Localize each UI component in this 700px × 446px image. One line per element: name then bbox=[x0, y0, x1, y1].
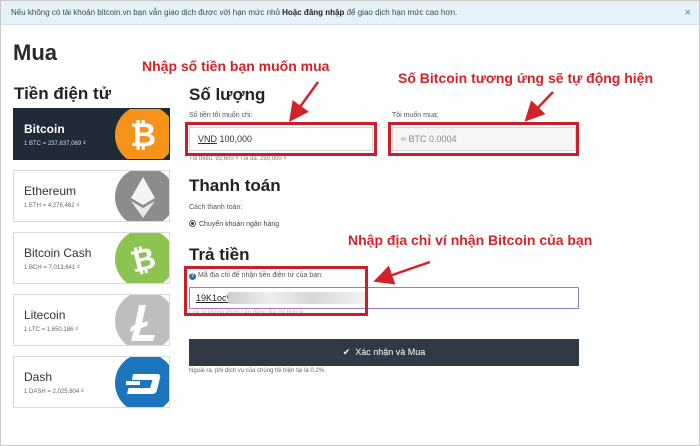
arrow-wallet bbox=[373, 260, 431, 285]
annotation-arrows bbox=[289, 81, 554, 285]
arrow-bitcoin bbox=[524, 91, 554, 122]
arrow-amount bbox=[289, 81, 320, 123]
